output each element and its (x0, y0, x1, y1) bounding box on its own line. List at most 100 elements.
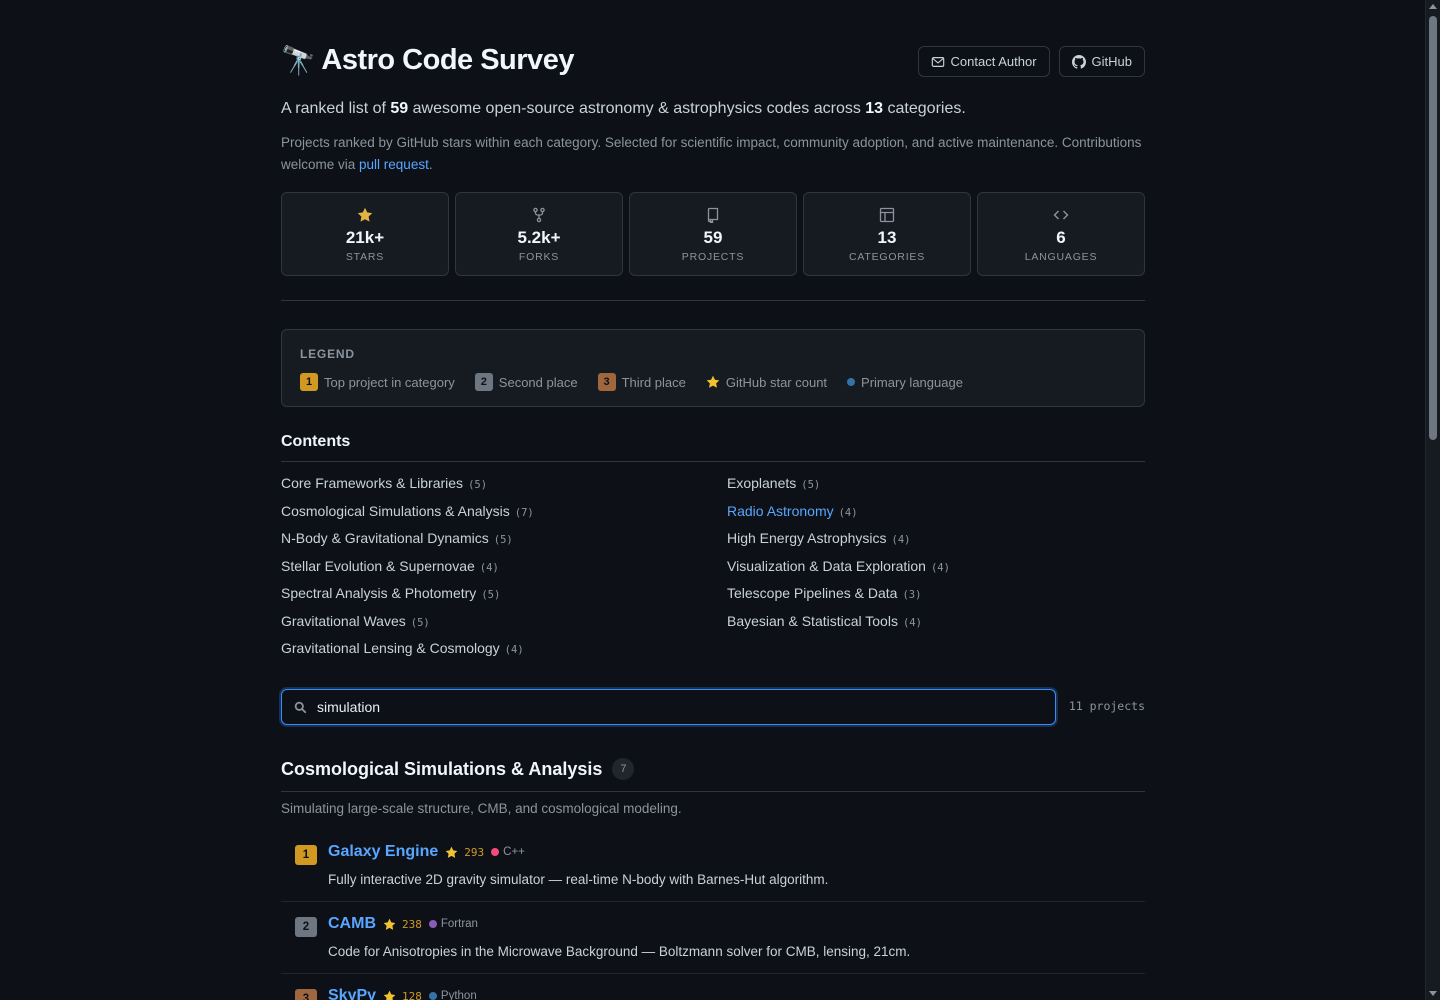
project-row: 3 SkyPy 128 Python (281, 974, 1145, 1000)
legend-item-stars: GitHub star count (706, 375, 827, 390)
legend-item-language: Primary language (847, 375, 963, 390)
toc-item-count: (4) (838, 506, 858, 519)
section-title-text: Cosmological Simulations & Analysis (281, 758, 603, 779)
table-icon (879, 207, 895, 223)
subtitle: A ranked list of 59 awesome open-source … (281, 100, 966, 118)
toc-item-count: (5) (801, 479, 821, 491)
section-title: Cosmological Simulations & Analysis 7 (281, 758, 635, 780)
divider (281, 791, 1145, 792)
project-language: Python (428, 990, 477, 1000)
search-input[interactable] (315, 698, 1055, 716)
project-total: 59 (390, 100, 409, 117)
gold-rank-badge: 1 (295, 845, 317, 865)
stat-card-categories: 13 CATEGORIES (803, 192, 971, 276)
star-count: 128 (402, 989, 422, 1000)
project-row: 1 Galaxy Engine 293 C++ Fully interactiv… (281, 830, 1145, 902)
toc-item-name: Exoplanets (727, 475, 797, 491)
stat-value: 21k+ (345, 228, 385, 247)
toc-item[interactable]: Gravitational Lensing & Cosmology (4) (281, 640, 534, 668)
language-name: Python (440, 990, 477, 1000)
star-count: 293 (464, 845, 485, 859)
project-name-link[interactable]: Galaxy Engine (328, 843, 438, 861)
toc-item[interactable]: Exoplanets (5) (727, 475, 950, 503)
toc-item-name: Spectral Analysis & Photometry (281, 585, 477, 601)
search-box[interactable] (281, 689, 1056, 725)
toc-item[interactable]: Spectral Analysis & Photometry (5) (281, 585, 534, 613)
project-list: 1 Galaxy Engine 293 C++ Fully interactiv… (281, 830, 1145, 1000)
stat-label: LANGUAGES (1024, 251, 1098, 263)
legend-label: Primary language (861, 374, 963, 390)
page: 🔭 Astro Code Survey Contact Author GitHu… (0, 0, 1440, 1000)
toc-item-active[interactable]: Radio Astronomy (4) (727, 503, 950, 531)
project-stars: 238 (383, 918, 422, 931)
contact-author-button[interactable]: Contact Author (917, 46, 1050, 77)
scroll-up-arrow-icon[interactable] (1429, 4, 1437, 9)
toc-item-count: (5) (410, 616, 430, 629)
toc-item[interactable]: Stellar Evolution & Supernovae (4) (281, 558, 534, 586)
stat-value: 5.2k+ (517, 228, 561, 247)
toc-item[interactable]: Gravitational Waves (5) (281, 613, 534, 641)
project-description: Code for Anisotropies in the Microwave B… (328, 944, 911, 959)
toc-column-left: Core Frameworks & Libraries (5) Cosmologi… (281, 475, 534, 668)
telescope-icon: 🔭 (281, 44, 316, 76)
language-name: Fortran (440, 918, 478, 930)
stat-card-forks: 5.2k+ FORKS (455, 192, 623, 276)
toc-item-count: (4) (504, 644, 524, 656)
toc-item[interactable]: Core Frameworks & Libraries (5) (281, 475, 534, 503)
legend-items: 1 Top project in category 2 Second place… (300, 373, 963, 391)
toc-item[interactable]: N-Body & Gravitational Dynamics (5) (281, 530, 534, 558)
project-stars: 128 (383, 990, 422, 1000)
star-icon (706, 375, 720, 388)
legend-label: GitHub star count (725, 374, 828, 390)
scrollbar[interactable] (1425, 0, 1440, 1000)
project-name-link[interactable]: SkyPy (328, 987, 376, 1000)
legend-label: Top project in category (324, 374, 455, 390)
language-name: C++ (503, 846, 525, 858)
legend-panel: LEGEND 1 Top project in category 2 Secon… (281, 329, 1145, 407)
stat-card-stars: 21k+ STARS (281, 192, 449, 276)
code-icon (1053, 210, 1069, 220)
toc-item[interactable]: Cosmological Simulations & Analysis (7) (281, 503, 534, 531)
project-stars: 293 (445, 846, 484, 859)
scroll-down-arrow-icon[interactable] (1429, 991, 1437, 996)
bronze-rank-badge: 3 (597, 373, 616, 391)
star-icon (357, 207, 373, 222)
project-name-link[interactable]: CAMB (328, 915, 376, 933)
toc-item[interactable]: Visualization & Data Exploration (4) (727, 558, 950, 586)
section-description: Simulating large-scale structure, CMB, a… (281, 801, 682, 816)
legend-item-rank2: 2 Second place (474, 373, 578, 391)
toc-item-name: Gravitational Waves (281, 612, 406, 629)
subtitle-middle: awesome open-source astronomy & astrophy… (408, 100, 866, 117)
toc-item-name: Radio Astronomy (727, 502, 834, 519)
toc-item-count: (4) (891, 534, 911, 546)
description-end: . (428, 157, 433, 172)
github-label: GitHub (1091, 54, 1132, 69)
toc-item[interactable]: High Energy Astrophysics (4) (727, 530, 950, 558)
header: 🔭 Astro Code Survey Contact Author GitHu… (281, 40, 1145, 84)
toc-item-name: Telescope Pipelines & Data (727, 585, 898, 601)
toc-item-name: High Energy Astrophysics (727, 530, 887, 546)
bronze-rank-badge: 3 (295, 989, 317, 1000)
toc-item-count: (5) (481, 589, 501, 601)
mail-icon (931, 56, 944, 67)
contents-title: Contents (281, 433, 351, 450)
language-dot-icon (428, 992, 437, 1000)
star-icon (445, 846, 458, 858)
search-icon (294, 701, 307, 713)
toc-item[interactable]: Telescope Pipelines & Data (3) (727, 585, 950, 613)
pull-request-link[interactable]: pull request (359, 157, 429, 172)
language-dot-icon (491, 848, 500, 856)
toc-item[interactable]: Bayesian & Statistical Tools (4) (727, 613, 950, 641)
result-count: 11 projects (1068, 699, 1145, 713)
header-actions: Contact Author GitHub (917, 46, 1145, 77)
legend-title: LEGEND (300, 347, 355, 361)
fork-icon (533, 207, 545, 223)
github-button[interactable]: GitHub (1058, 46, 1145, 77)
toc-item-count: (5) (493, 534, 513, 546)
star-icon (383, 990, 396, 1000)
page-title: 🔭 Astro Code Survey (281, 44, 574, 77)
scrollbar-thumb[interactable] (1429, 16, 1437, 440)
stat-value: 59 (703, 228, 723, 247)
legend-item-rank1: 1 Top project in category (300, 373, 455, 391)
toc-item-name: Visualization & Data Exploration (727, 557, 926, 574)
